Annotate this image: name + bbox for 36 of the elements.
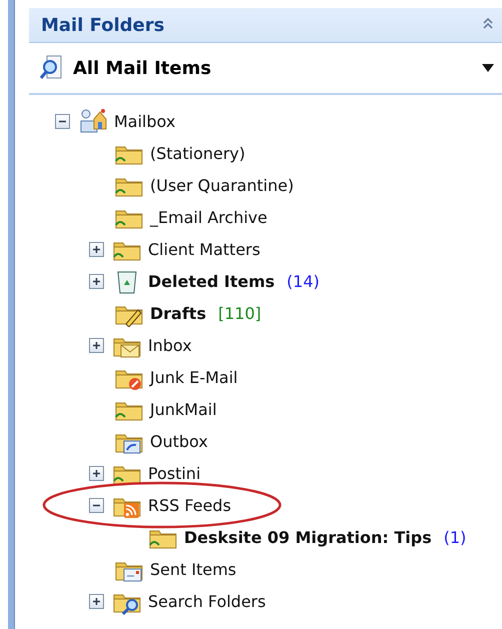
expand-toggle[interactable] xyxy=(89,274,104,288)
item-count: (1) xyxy=(444,528,466,546)
dropdown-arrow-icon xyxy=(482,64,494,72)
view-selector[interactable]: All Mail Items xyxy=(29,43,502,95)
folder-label[interactable]: Outbox xyxy=(150,432,208,450)
expand-toggle[interactable] xyxy=(89,338,104,352)
item-count: [110] xyxy=(218,304,262,322)
folder-label[interactable]: Desksite 09 Migration: Tips xyxy=(184,528,432,546)
folder-label[interactable]: Inbox xyxy=(148,336,192,354)
plus-icon xyxy=(92,276,101,286)
plus-icon xyxy=(92,244,101,254)
folder-label[interactable]: Junk E-Mail xyxy=(150,368,238,386)
folder-label[interactable]: (Stationery) xyxy=(150,144,246,162)
expand-toggle[interactable] xyxy=(89,242,104,256)
pane-title: Mail Folders xyxy=(41,14,164,36)
folder-label[interactable]: Postini xyxy=(148,464,201,482)
folder-label[interactable]: RSS Feeds xyxy=(148,496,232,514)
plus-icon xyxy=(92,596,101,606)
folder-label[interactable]: Drafts xyxy=(150,304,206,322)
folder-label[interactable]: Client Matters xyxy=(148,240,260,258)
plus-icon xyxy=(92,340,101,350)
expand-toggle[interactable] xyxy=(89,466,104,480)
item-count: (14) xyxy=(286,272,320,290)
collapse-toggle[interactable] xyxy=(55,114,70,128)
folder-label[interactable]: Search Folders xyxy=(148,592,266,610)
folder-label[interactable]: Deleted Items xyxy=(148,272,275,290)
expand-toggle[interactable] xyxy=(89,594,104,608)
mailbox-icon xyxy=(78,107,108,135)
folder-label[interactable]: Sent Items xyxy=(150,560,236,578)
folder-label[interactable]: Mailbox xyxy=(114,112,176,130)
folder-label[interactable]: JunkMail xyxy=(150,400,217,418)
folder-label[interactable]: (User Quarantine) xyxy=(150,176,294,194)
folder-label[interactable]: _Email Archive xyxy=(150,208,268,226)
plus-icon xyxy=(92,468,101,478)
collapse-toggle[interactable] xyxy=(89,498,104,512)
view-label: All Mail Items xyxy=(73,58,212,78)
